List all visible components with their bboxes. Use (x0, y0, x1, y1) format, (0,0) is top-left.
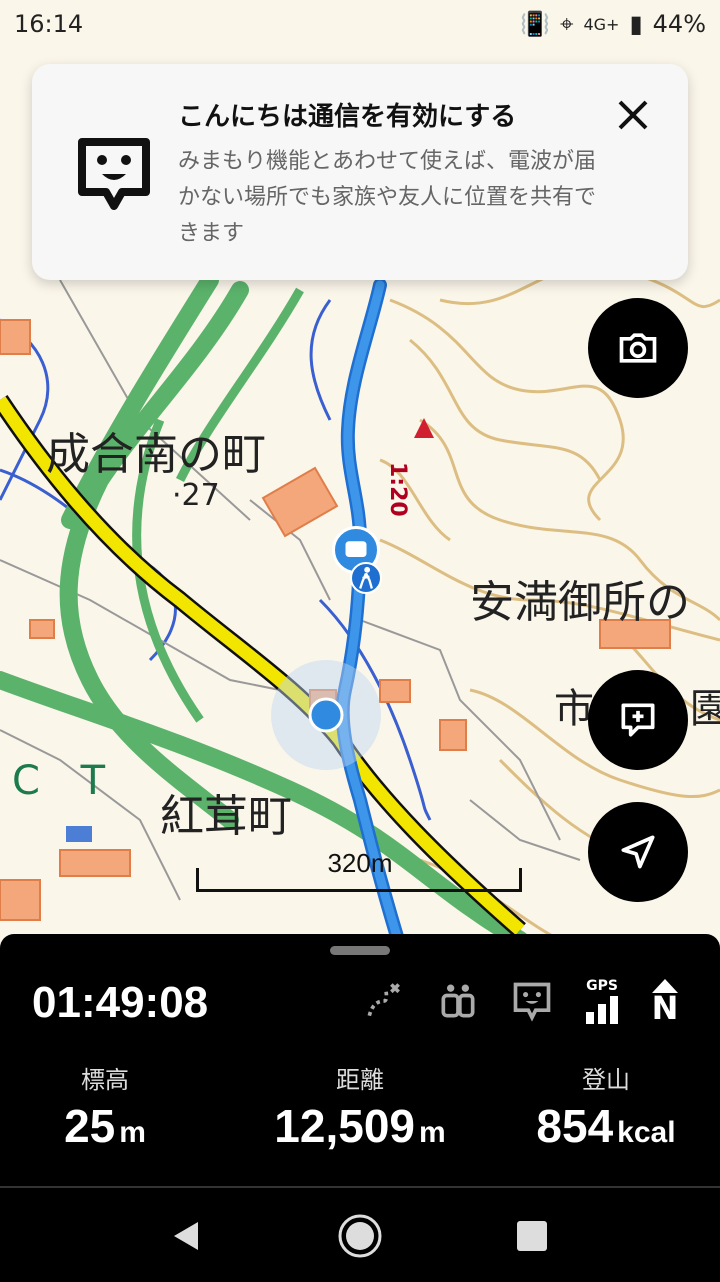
connect-face-small-icon[interactable] (510, 979, 554, 1023)
route-off-icon[interactable] (362, 979, 406, 1023)
recents-icon (517, 1221, 547, 1251)
compass-indicator[interactable]: N (650, 979, 680, 1027)
map-place-label: 園 (690, 686, 720, 732)
stat-value: 12,509 (274, 1100, 415, 1152)
navigate-button[interactable] (588, 802, 688, 902)
panel-status-icons: GPS N (362, 978, 680, 1024)
stat-value: 854 (536, 1100, 614, 1152)
north-label: N (651, 989, 679, 1027)
device-pins-icon[interactable] (436, 979, 480, 1023)
camera-button[interactable] (588, 298, 688, 398)
stat-calories: 登山 854 kcal (506, 1060, 706, 1153)
stat-elevation: 標高 25 m (20, 1060, 190, 1153)
stat-label: 距離 (336, 1066, 384, 1094)
stat-distance: 距離 12,509 m (250, 1060, 470, 1153)
gps-signal-icon (586, 996, 618, 1024)
banner-body: みまもり機能とあわせて使えば、電波が届かない場所でも家族や友人に位置を共有できま… (178, 149, 597, 246)
stat-label: 登山 (582, 1066, 630, 1094)
elevation-point: ·27 (172, 478, 220, 513)
connectivity-banner[interactable]: こんにちは通信を有効にする みまもり機能とあわせて使えば、電波が届かない場所でも… (32, 64, 688, 280)
camera-icon (619, 333, 657, 363)
add-comment-icon (621, 703, 655, 737)
stat-unit: m (419, 1116, 446, 1149)
status-bar: 16:14 📳 ⌖ 4G+ ▮ 44% (0, 0, 720, 50)
panel-drag-handle[interactable] (330, 946, 390, 955)
hiker-icon (350, 562, 382, 594)
location-icon: ⌖ (559, 10, 574, 38)
elapsed-time: 01:49:08 (32, 978, 209, 1027)
network-type: 4G+ (583, 14, 620, 34)
system-navigation-bar (0, 1186, 720, 1282)
banner-title: こんにちは通信を有効にする (178, 102, 517, 132)
map-scale-bar (196, 868, 522, 892)
back-button[interactable] (162, 1212, 210, 1260)
map-partial-label: C T (12, 758, 120, 804)
add-memo-button[interactable] (588, 670, 688, 770)
gps-label: GPS (586, 978, 618, 994)
back-icon (174, 1222, 198, 1250)
recents-button[interactable] (508, 1212, 556, 1260)
map-scale: 320m (196, 848, 524, 892)
navigation-arrow-icon (621, 835, 655, 869)
stat-label: 標高 (81, 1066, 129, 1094)
battery-level: 44% (652, 10, 706, 38)
map-place-label: 成合南の町 (46, 429, 266, 480)
tracking-panel[interactable]: 01:49:08 GPS N 標高 25 m 距離 12,509 m 登山 85… (0, 934, 720, 1186)
close-icon[interactable] (612, 94, 654, 136)
map-place-label: 安満御所の (470, 577, 690, 628)
route-marker-time: 1:20 (385, 462, 410, 517)
stat-value: 25 (64, 1100, 116, 1152)
map-place-label: 紅茸町 (160, 791, 292, 842)
signal-icon: ▮ (629, 10, 643, 38)
status-time: 16:14 (14, 10, 84, 38)
vibrate-icon: 📳 (520, 10, 550, 38)
home-button[interactable] (336, 1212, 384, 1260)
gps-indicator: GPS (584, 978, 620, 1024)
stat-unit: kcal (617, 1116, 676, 1149)
home-icon (338, 1214, 382, 1258)
connect-face-icon (78, 138, 150, 210)
stat-unit: m (119, 1116, 146, 1149)
